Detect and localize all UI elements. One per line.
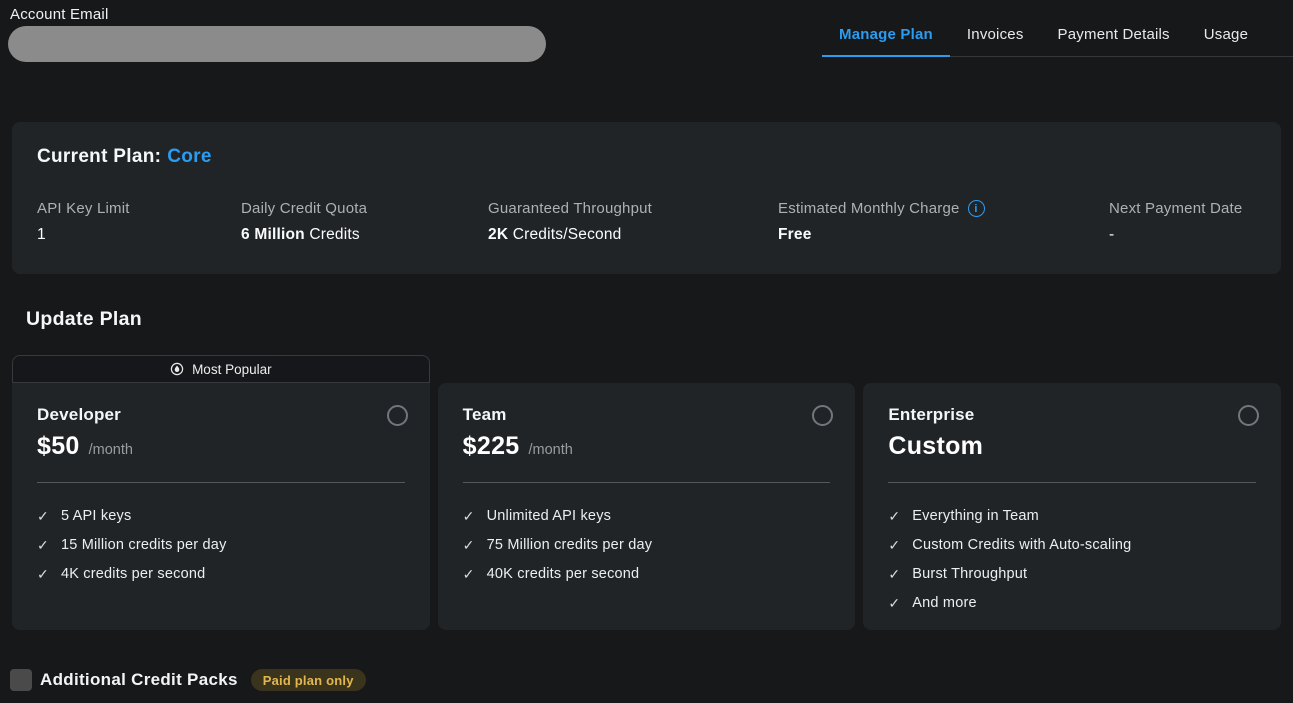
check-icon: ✓ (463, 538, 475, 552)
check-icon: ✓ (888, 596, 900, 610)
plan-price: $50 (37, 432, 80, 461)
plan-name: Enterprise (888, 405, 1256, 425)
info-icon[interactable]: i (968, 200, 985, 217)
plan-card-team[interactable]: Team $225 /month ✓Unlimited API keys ✓75… (438, 355, 856, 630)
stat-value: - (1109, 226, 1242, 244)
feature-item: ✓15 Million credits per day (37, 530, 405, 559)
check-icon: ✓ (37, 509, 49, 523)
stat-label: Next Payment Date (1109, 200, 1242, 217)
plan-price-row: $225 /month (463, 432, 831, 461)
credit-packs-label: Additional Credit Packs (40, 670, 238, 690)
divider (463, 482, 831, 483)
check-icon: ✓ (888, 567, 900, 581)
tab-invoices[interactable]: Invoices (950, 14, 1041, 57)
current-plan-name: Core (167, 146, 212, 167)
credit-packs-checkbox[interactable] (10, 669, 32, 691)
stat-api-key-limit: API Key Limit 1 (37, 200, 241, 244)
check-icon: ✓ (463, 567, 475, 581)
most-popular-banner: Most Popular (12, 355, 430, 383)
stat-guaranteed-throughput: Guaranteed Throughput 2K Credits/Second (488, 200, 778, 244)
plan-name: Team (463, 405, 831, 425)
billing-page: Account Email Manage Plan Invoices Payme… (0, 0, 1293, 703)
plan-price-row: $50 /month (37, 432, 405, 461)
feature-item: ✓4K credits per second (37, 559, 405, 588)
tab-usage[interactable]: Usage (1187, 14, 1265, 57)
stat-label: Guaranteed Throughput (488, 200, 778, 217)
current-plan-title-prefix: Current Plan: (37, 146, 161, 167)
billing-tabs: Manage Plan Invoices Payment Details Usa… (822, 14, 1293, 57)
feature-item: ✓Custom Credits with Auto-scaling (888, 530, 1256, 559)
plan-radio-developer[interactable] (387, 405, 408, 426)
feature-item: ✓5 API keys (37, 501, 405, 530)
check-icon: ✓ (37, 538, 49, 552)
feature-item: ✓Everything in Team (888, 501, 1256, 530)
stat-value: Free (778, 226, 1109, 244)
current-plan-card: Current Plan: Core API Key Limit 1 Daily … (12, 122, 1281, 274)
plan-features: ✓Unlimited API keys ✓75 Million credits … (463, 501, 831, 588)
credit-packs-row: Additional Credit Packs Paid plan only (10, 669, 366, 691)
plan-features: ✓5 API keys ✓15 Million credits per day … (37, 501, 405, 588)
stat-next-payment-date: Next Payment Date - (1109, 200, 1242, 244)
current-plan-title: Current Plan: Core (37, 146, 212, 168)
flame-circle-icon (170, 362, 184, 376)
stat-value: 6 Million Credits (241, 226, 488, 244)
paid-plan-only-badge: Paid plan only (251, 669, 366, 691)
current-plan-stats: API Key Limit 1 Daily Credit Quota 6 Mil… (37, 200, 1256, 244)
plan-card-enterprise[interactable]: Enterprise Custom ✓Everything in Team ✓C… (863, 355, 1281, 630)
divider (37, 482, 405, 483)
stat-daily-credit-quota: Daily Credit Quota 6 Million Credits (241, 200, 488, 244)
update-plan-heading: Update Plan (26, 308, 142, 331)
stat-value: 2K Credits/Second (488, 226, 778, 244)
check-icon: ✓ (888, 538, 900, 552)
account-email-input[interactable] (8, 26, 546, 62)
stat-label: Daily Credit Quota (241, 200, 488, 217)
plan-card-developer[interactable]: Most Popular Developer $50 /month ✓5 API… (12, 355, 430, 630)
feature-item: ✓40K credits per second (463, 559, 831, 588)
plan-price: $225 (463, 432, 520, 461)
plan-period: /month (529, 442, 573, 458)
check-icon: ✓ (888, 509, 900, 523)
check-icon: ✓ (463, 509, 475, 523)
plan-price-row: Custom (888, 432, 1256, 461)
plan-radio-enterprise[interactable] (1238, 405, 1259, 426)
feature-item: ✓Unlimited API keys (463, 501, 831, 530)
plan-period: /month (89, 442, 133, 458)
feature-item: ✓And more (888, 588, 1256, 617)
plan-features: ✓Everything in Team ✓Custom Credits with… (888, 501, 1256, 617)
stat-label: Estimated Monthly Chargei (778, 200, 1109, 217)
feature-item: ✓75 Million credits per day (463, 530, 831, 559)
tab-payment-details[interactable]: Payment Details (1041, 14, 1187, 57)
stat-label: API Key Limit (37, 200, 241, 217)
divider (888, 482, 1256, 483)
plan-cards-row: Most Popular Developer $50 /month ✓5 API… (12, 355, 1281, 630)
most-popular-label: Most Popular (192, 362, 272, 377)
stat-value: 1 (37, 226, 241, 244)
plan-name: Developer (37, 405, 405, 425)
feature-item: ✓Burst Throughput (888, 559, 1256, 588)
account-email-label: Account Email (10, 6, 108, 23)
plan-price: Custom (888, 432, 983, 461)
tab-manage-plan[interactable]: Manage Plan (822, 14, 950, 57)
check-icon: ✓ (37, 567, 49, 581)
stat-estimated-monthly-charge: Estimated Monthly Chargei Free (778, 200, 1109, 244)
